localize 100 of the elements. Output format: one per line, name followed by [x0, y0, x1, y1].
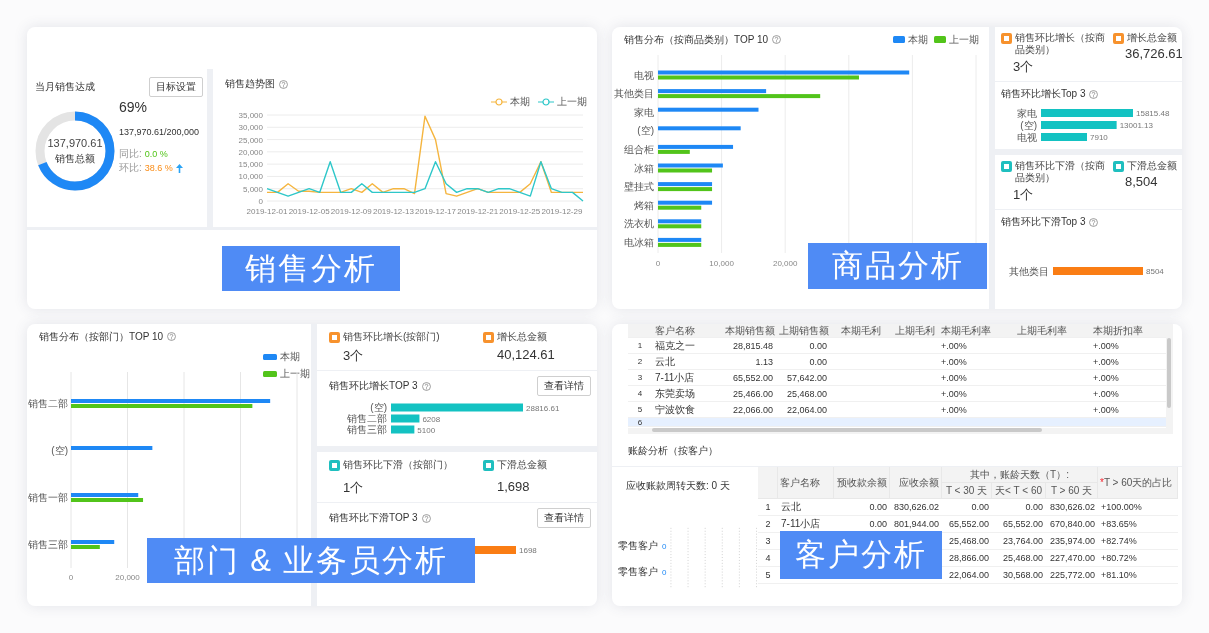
table-cell-text: 22,064.00 [785, 404, 828, 415]
table-cell-text: 宁波饮食 [654, 402, 696, 417]
legend-label: 本期 [908, 32, 928, 47]
table-cell: 65,552.00 [992, 516, 1046, 533]
stat-value: 1个 [1012, 186, 1035, 204]
legend-label: 上一期 [280, 367, 310, 381]
section-caption: 部门 & 业务员分析 [147, 538, 475, 583]
comparison-label: 同比: [119, 147, 142, 161]
table-cell: 25,468.00 [992, 550, 1046, 567]
stat-label: 销售环比增长(按部门) [343, 331, 440, 343]
stat-label: 增长总金额 [497, 331, 547, 343]
axis-label: 35,000 [238, 111, 263, 120]
segment-value: 0 [662, 567, 667, 577]
table-cell-text: +.00% [940, 404, 968, 415]
column-header: 本期毛利 [840, 324, 882, 338]
table-cell: 0.00 [992, 499, 1046, 516]
target-settings-button[interactable]: 目标设置 [149, 77, 203, 97]
chart-title: 销售环比增长Top 3 [1001, 87, 1086, 101]
axis-label: 5,000 [242, 184, 263, 194]
table-row[interactable]: 4 东莞卖场 25,466.00 25,468.00 +.00% +.00% [628, 386, 1166, 402]
category-label: 销售三部 [28, 539, 68, 550]
vertical-scrollbar[interactable] [1166, 324, 1173, 434]
category-label: 电视 [634, 69, 654, 81]
chart-title: 销售环比下滑TOP 3 [329, 511, 418, 525]
axis-label: 2019-12-25 [499, 207, 541, 216]
help-icon[interactable] [421, 381, 431, 391]
table-cell: +82.74% [1098, 533, 1178, 550]
axis-label: 2019-12-21 [457, 207, 499, 216]
legend-label: 上一期 [949, 32, 979, 47]
category-label: 家电 [1017, 107, 1037, 119]
value-label: 8504 [1146, 267, 1164, 276]
legend-label: 上一期 [557, 95, 587, 109]
stat-label: 下滑总金额 [497, 459, 547, 471]
table-cell-text: +.00% [940, 388, 968, 399]
table-cell-text: 7-11小店 [654, 370, 696, 385]
axis-label: 15,000 [238, 160, 263, 170]
stat-value: 1个 [342, 479, 365, 497]
chart-title: 销售趋势图 [225, 77, 275, 91]
axis-label: 20,000 [115, 573, 140, 582]
table-cell: 65,552.00 [942, 516, 992, 533]
table-cell: 830,626.02 [1046, 499, 1098, 516]
category-label: 烤箱 [634, 199, 654, 211]
chart-title: 销售环比下滑Top 3 [1001, 215, 1086, 229]
table-cell-text: 1.13 [754, 356, 774, 367]
table-cell-text: 28,815.48 [731, 340, 774, 351]
category-label: (空) [51, 445, 68, 456]
table-cell: 0.00 [942, 499, 992, 516]
table-cell-text: 25,466.00 [731, 388, 774, 399]
category-label: 销售二部 [347, 413, 387, 424]
chart-title: 销售分布（按商品类别）TOP 10 [624, 32, 769, 47]
category-label: (空) [370, 402, 387, 413]
column-header: *T > 60天的占比 [1098, 467, 1178, 499]
help-icon[interactable] [1089, 217, 1099, 227]
axis-label: 30,000 [238, 123, 263, 133]
value-label: 7910 [1090, 133, 1108, 142]
column-header: 上期销售额 [778, 324, 830, 338]
table-cell-text: +.00% [1092, 404, 1120, 415]
panel-title: 当月销售达成 [35, 80, 95, 94]
legend-label: 本期 [510, 95, 530, 109]
column-header: T < 30 天 [942, 483, 992, 499]
help-icon[interactable] [421, 513, 431, 523]
table-cell-text: 0.00 [808, 340, 828, 351]
table-cell-text: +.00% [1092, 340, 1120, 351]
total-label: 销售总额 [55, 151, 95, 166]
table-cell-text: +.00% [1092, 372, 1120, 383]
category-label: 其他类目 [1009, 265, 1049, 277]
table-cell-text: 57,642.00 [785, 372, 828, 383]
bar [391, 425, 415, 434]
segment-value: 0 [662, 541, 667, 551]
table-row[interactable]: 2 云北 1.13 0.00 +.00% +.00% [628, 354, 1166, 370]
axis-label: 2019-12-09 [330, 207, 372, 216]
row-number: 5 [636, 405, 644, 414]
category-label: 电视 [1017, 131, 1037, 143]
view-details-button[interactable]: 查看详情 [537, 508, 591, 528]
table-cell-text: +.00% [940, 340, 968, 351]
table-row[interactable]: 6 [628, 418, 1166, 427]
help-icon[interactable] [279, 79, 288, 89]
axis-label: 0 [258, 197, 263, 206]
table-cell-text: 东莞卖场 [654, 386, 696, 401]
horizontal-scrollbar[interactable] [628, 428, 1166, 434]
help-icon[interactable] [772, 35, 782, 44]
category-label: 销售三部 [347, 424, 387, 435]
view-details-button[interactable]: 查看详情 [537, 376, 591, 396]
stat-label: 销售环比下滑（按商品类别） [1015, 160, 1106, 184]
axis-label: 20,000 [772, 259, 798, 268]
column-header: 上期毛利率 [1016, 324, 1068, 338]
axis-label: 2019-12-01 [246, 207, 288, 216]
segment-label: 零售客户 [618, 565, 658, 579]
help-icon[interactable] [167, 332, 177, 341]
table-row[interactable]: 3 7-11小店 65,552.00 57,642.00 +.00% +.00% [628, 370, 1166, 386]
axis-label: 2019-12-17 [415, 207, 456, 216]
row-number: 5 [758, 567, 778, 584]
help-icon[interactable] [1089, 89, 1099, 99]
stat-value: 36,726.61 [1124, 46, 1182, 61]
turnover-days: 应收账款周转天数: 0 天 [612, 467, 758, 493]
comparison-label: 环比: [119, 161, 142, 175]
category-label: 电冰箱 [624, 236, 654, 248]
table-cell: 云北 [778, 499, 834, 516]
table-cell-text: +.00% [940, 356, 968, 367]
table-row[interactable]: 1 福克之一 28,815.48 0.00 +.00% +.00% [628, 338, 1166, 354]
